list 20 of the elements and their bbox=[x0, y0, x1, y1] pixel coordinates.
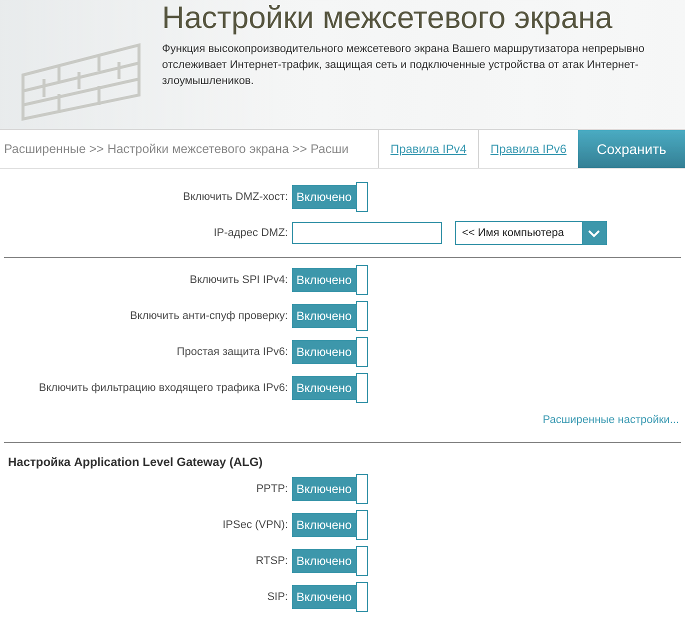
field-label: RTSP: bbox=[254, 555, 289, 567]
advanced-settings-link[interactable]: Расширенные настройки... bbox=[542, 414, 679, 426]
breadcrumb: Расширенные >> Настройки межсетевого экрана >> Расши bbox=[3, 141, 350, 158]
field-label: IPSec (VPN): bbox=[222, 519, 289, 531]
description-text: Функция высокопроизводительного межсетевого экрана Вашего маршрутизатора непрерывно отслеживает Интернет-трафик, защищая сеть и подключенные устройства от атак Интернет-злоумышлеников. bbox=[162, 42, 646, 89]
rules-link[interactable]: Правила IPv4 bbox=[378, 130, 478, 168]
page-title: Настройки межсетевого экрана bbox=[162, 1, 614, 35]
field-label: IP-адрес DMZ: bbox=[212, 227, 289, 239]
field-label: SIP: bbox=[266, 591, 289, 603]
field-label: Включить SPI IPv4: bbox=[188, 274, 289, 286]
ip-address-field[interactable] bbox=[292, 222, 442, 244]
computer-name-dropdown[interactable]: << Имя компьютера bbox=[455, 221, 607, 245]
field-label: Простая защита IPv6: bbox=[176, 346, 289, 358]
field-label: Включить DMZ-хост: bbox=[182, 191, 289, 203]
field-label: Включить фильтрацию входящего трафика IPv6: bbox=[38, 382, 289, 394]
chevron-down-icon bbox=[582, 222, 606, 244]
field-label: PPTP: bbox=[255, 483, 289, 495]
save-button[interactable]: Сохранить bbox=[578, 130, 685, 168]
field-label: Включить анти-спуф проверку: bbox=[128, 310, 289, 322]
section-title: Настройка Application Level Gateway (ALG) bbox=[8, 455, 264, 469]
